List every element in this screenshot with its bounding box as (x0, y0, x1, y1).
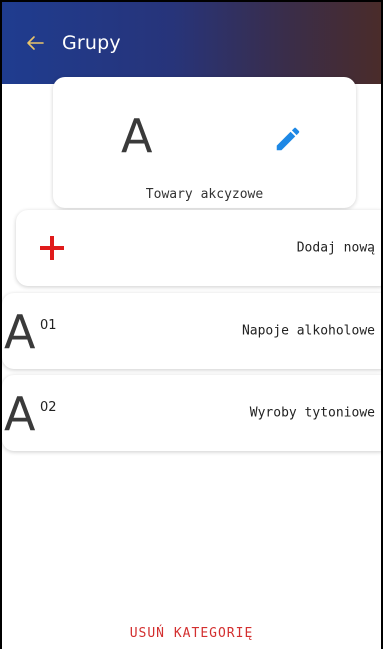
group-code: 02 (40, 400, 57, 415)
pencil-icon[interactable] (273, 124, 303, 154)
list-item[interactable]: A 02 Wyroby tytoniowe (2, 375, 381, 451)
group-name: Napoje alkoholowe (241, 323, 375, 339)
add-group-label: Dodaj nową (296, 240, 375, 256)
pencil-icon-graphic (276, 127, 300, 151)
add-group-button[interactable]: Dodaj nową (16, 210, 381, 286)
arrow-left-icon-graphic (27, 36, 44, 50)
page-title: Grupy (62, 32, 121, 54)
group-letter: A (4, 387, 36, 441)
group-letter: A (4, 305, 36, 359)
plus-icon-graphic (40, 236, 64, 260)
app-bar: Grupy (2, 2, 381, 84)
list-item[interactable]: A 01 Napoje alkoholowe (2, 293, 381, 369)
plus-icon (38, 234, 66, 262)
category-letter: A (121, 109, 153, 163)
group-name: Wyroby tytoniowe (249, 405, 375, 421)
screen: Grupy A Towary akcyzowe Dodaj nową A 01 … (0, 0, 383, 649)
category-card: A Towary akcyzowe (53, 77, 356, 208)
category-name: Towary akcyzowe (145, 187, 264, 202)
delete-category-button[interactable]: USUŃ KATEGORIĘ (2, 626, 381, 641)
group-code: 01 (40, 318, 57, 333)
arrow-left-icon[interactable] (22, 30, 48, 56)
